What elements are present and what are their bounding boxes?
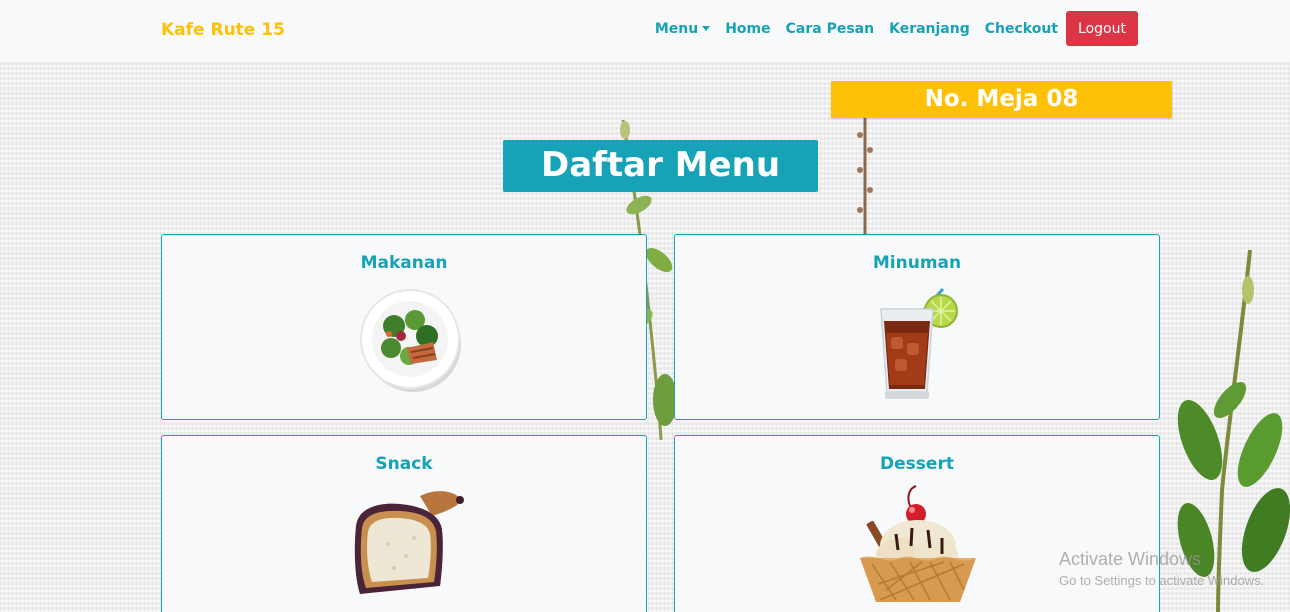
navbar: Kafe Rute 15 Menu Home Cara Pesan Keranj…: [0, 0, 1290, 61]
brand-logo[interactable]: Kafe Rute 15: [161, 20, 285, 40]
activation-watermark: Activate Windows Go to Settings to activ…: [1059, 549, 1264, 588]
nav-home[interactable]: Home: [725, 21, 770, 37]
iced-drink-icon: [880, 287, 958, 399]
category-card-minuman[interactable]: Minuman: [674, 234, 1160, 420]
chevron-down-icon: [702, 26, 711, 31]
nav-menu-label: Menu: [654, 20, 699, 37]
nav-cara-pesan[interactable]: Cara Pesan: [786, 21, 874, 37]
plant-stem-center-decoration: [857, 115, 873, 245]
nav-links: Menu Home Cara Pesan Keranjang Checkout …: [640, 11, 1138, 46]
category-title: Minuman: [872, 253, 962, 273]
watermark-subtitle: Go to Settings to activate Windows.: [1059, 573, 1265, 588]
category-title: Makanan: [360, 253, 448, 273]
category-card-makanan[interactable]: Makanan: [161, 234, 647, 420]
category-title: Dessert: [880, 454, 954, 474]
nav-keranjang[interactable]: Keranjang: [889, 21, 970, 37]
logout-button[interactable]: Logout: [1066, 11, 1138, 46]
category-card-snack[interactable]: Snack: [161, 435, 647, 612]
table-number-badge: No. Meja 08: [831, 81, 1172, 118]
category-title: Snack: [375, 454, 433, 474]
toast-bread-icon: [354, 491, 464, 594]
page-title: Daftar Menu: [503, 140, 818, 192]
ice-cream-cup-icon: [860, 485, 976, 602]
nav-checkout[interactable]: Checkout: [985, 21, 1058, 37]
nav-menu-dropdown[interactable]: Menu: [654, 20, 711, 37]
salad-plate-icon: [360, 289, 461, 392]
watermark-title: Activate Windows: [1059, 549, 1202, 569]
